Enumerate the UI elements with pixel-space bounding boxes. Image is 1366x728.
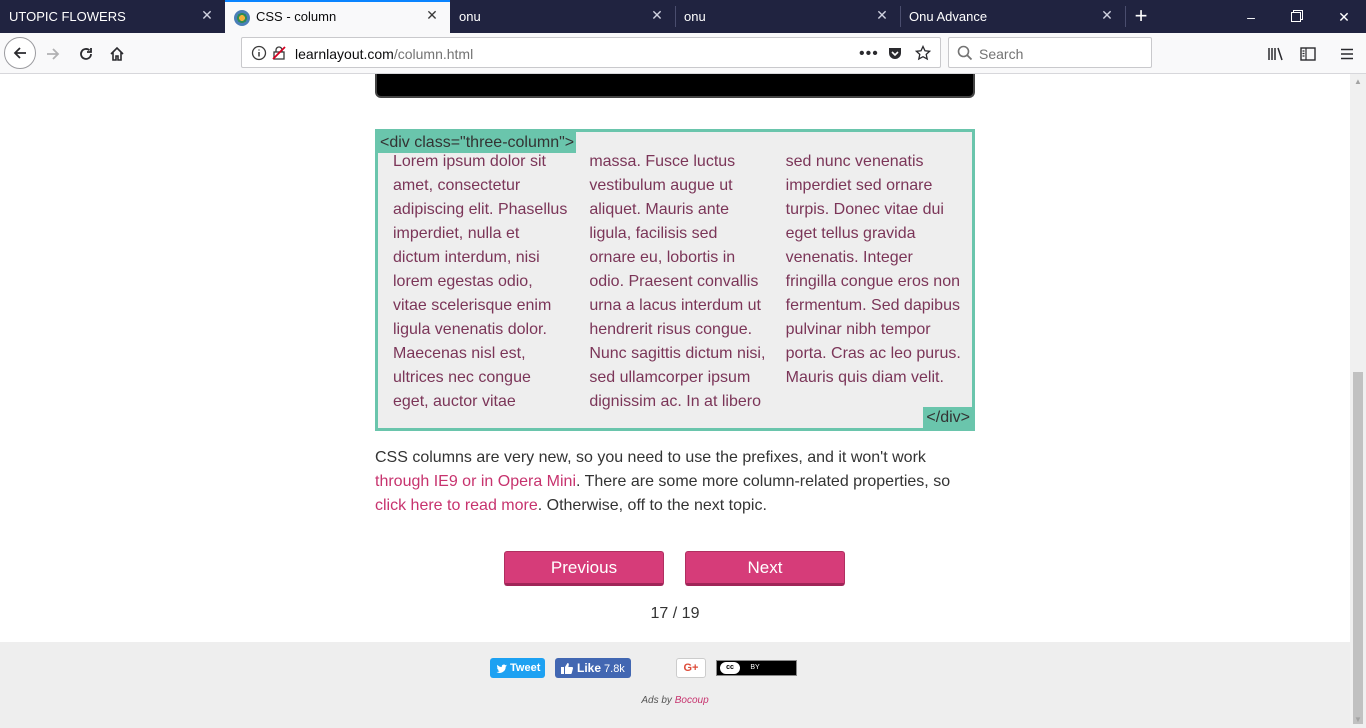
ads-credit: Ads by Bocoup bbox=[0, 695, 1350, 706]
url-domain: learnlayout.com bbox=[295, 46, 394, 62]
tab-css-column[interactable]: CSS - column ✕ bbox=[225, 0, 450, 33]
footer: Tweet Like 7.8k G+ cc BY Ads by Bocoup bbox=[0, 642, 1350, 728]
tab-utopic-flowers[interactable]: UTOPIC FLOWERS ✕ bbox=[0, 0, 225, 33]
prose-text: . Otherwise, off to the next topic. bbox=[537, 497, 767, 514]
hamburger-menu-icon bbox=[1341, 48, 1353, 60]
prose-text: . There are some more column-related pro… bbox=[576, 473, 951, 490]
column-text: Lorem ipsum dolor sit amet, consectetur … bbox=[393, 153, 961, 410]
search-icon bbox=[957, 45, 973, 66]
tab-title: Onu Advance bbox=[909, 9, 988, 24]
tab-onu-advance[interactable]: Onu Advance ✕ bbox=[900, 0, 1125, 33]
close-icon[interactable]: ✕ bbox=[425, 8, 439, 22]
scroll-up-icon[interactable]: ▲ bbox=[1350, 74, 1366, 90]
url-text[interactable]: learnlayout.com/column.html bbox=[295, 46, 473, 62]
three-column-demo: <div class="three-column"> Lorem ipsum d… bbox=[375, 129, 975, 431]
cc-logo-icon: cc bbox=[720, 662, 740, 674]
close-icon[interactable]: ✕ bbox=[875, 8, 889, 22]
twitter-icon bbox=[496, 662, 508, 682]
reload-icon bbox=[80, 48, 92, 60]
browser-support-link[interactable]: through IE9 or in Opera Mini bbox=[375, 473, 576, 490]
facebook-like-button[interactable]: Like 7.8k bbox=[555, 658, 631, 678]
tab-strip: UTOPIC FLOWERS ✕ CSS - column ✕ onu ✕ on… bbox=[0, 0, 1366, 33]
cc-by-label: BY bbox=[743, 662, 767, 674]
thumbs-up-icon bbox=[560, 661, 574, 681]
back-arrow-icon bbox=[13, 47, 26, 59]
forward-arrow-icon bbox=[47, 48, 60, 60]
insecure-lock-icon[interactable] bbox=[271, 45, 287, 66]
minimize-icon[interactable]: – bbox=[1243, 9, 1259, 25]
vertical-scrollbar[interactable]: ▲ ▼ bbox=[1350, 74, 1366, 728]
previous-button[interactable]: Previous bbox=[504, 551, 664, 586]
close-tag-label: </div> bbox=[923, 407, 972, 428]
sidebar-icon bbox=[1300, 47, 1316, 61]
reload-button[interactable] bbox=[77, 45, 95, 63]
library-icon bbox=[1268, 47, 1283, 61]
close-icon[interactable]: ✕ bbox=[650, 8, 664, 22]
tab-title: UTOPIC FLOWERS bbox=[9, 9, 126, 24]
close-icon[interactable]: ✕ bbox=[1100, 8, 1114, 22]
forward-button[interactable] bbox=[44, 45, 62, 63]
bookmark-star-icon[interactable] bbox=[914, 44, 932, 66]
navigation-toolbar: learnlayout.com/column.html ••• Search bbox=[0, 33, 1366, 74]
close-window-icon[interactable]: ✕ bbox=[1336, 9, 1352, 25]
code-example-box bbox=[375, 74, 975, 98]
like-label: Like bbox=[577, 661, 602, 675]
menu-button[interactable] bbox=[1338, 45, 1356, 63]
url-path: /column.html bbox=[393, 46, 474, 62]
tweet-button[interactable]: Tweet bbox=[490, 658, 545, 678]
search-bar[interactable]: Search bbox=[948, 37, 1152, 68]
creative-commons-badge[interactable]: cc BY bbox=[716, 660, 797, 676]
info-icon[interactable] bbox=[251, 45, 267, 66]
address-bar[interactable]: learnlayout.com/column.html ••• bbox=[241, 37, 941, 68]
tab-onu-1[interactable]: onu ✕ bbox=[450, 0, 675, 33]
page-content: <div class="three-column"> Lorem ipsum d… bbox=[0, 74, 1350, 728]
search-input[interactable]: Search bbox=[979, 46, 1023, 62]
site-favicon-icon bbox=[234, 10, 250, 26]
scrollbar-thumb[interactable] bbox=[1353, 372, 1363, 724]
pocket-icon[interactable] bbox=[887, 45, 903, 66]
page-actions-icon[interactable]: ••• bbox=[859, 45, 879, 63]
google-plus-button[interactable]: G+ bbox=[676, 658, 706, 678]
close-icon[interactable]: ✕ bbox=[200, 8, 214, 22]
home-button[interactable] bbox=[108, 45, 126, 63]
home-icon bbox=[110, 46, 124, 61]
new-tab-icon[interactable]: + bbox=[1132, 5, 1150, 27]
like-count: 7.8k bbox=[604, 663, 625, 675]
tab-title: CSS - column bbox=[256, 9, 337, 24]
tweet-label: Tweet bbox=[510, 662, 541, 674]
tab-onu-2[interactable]: onu ✕ bbox=[675, 0, 900, 33]
prose-text: CSS columns are very new, so you need to… bbox=[375, 449, 926, 466]
scroll-down-icon[interactable]: ▼ bbox=[1350, 712, 1366, 728]
restore-icon[interactable] bbox=[1289, 9, 1305, 25]
sidebar-button[interactable] bbox=[1299, 45, 1317, 63]
ads-prefix: Ads by bbox=[641, 695, 675, 706]
read-more-link[interactable]: click here to read more bbox=[375, 497, 538, 514]
tab-title: onu bbox=[459, 9, 481, 24]
library-button[interactable] bbox=[1267, 45, 1285, 63]
explanation-paragraph: CSS columns are very new, so you need to… bbox=[375, 446, 975, 518]
bocoup-link[interactable]: Bocoup bbox=[675, 695, 709, 706]
next-button[interactable]: Next bbox=[685, 551, 845, 586]
back-button[interactable] bbox=[4, 37, 36, 69]
tab-divider bbox=[1125, 6, 1126, 27]
tab-title: onu bbox=[684, 9, 706, 24]
page-counter: 17 / 19 bbox=[650, 605, 700, 622]
